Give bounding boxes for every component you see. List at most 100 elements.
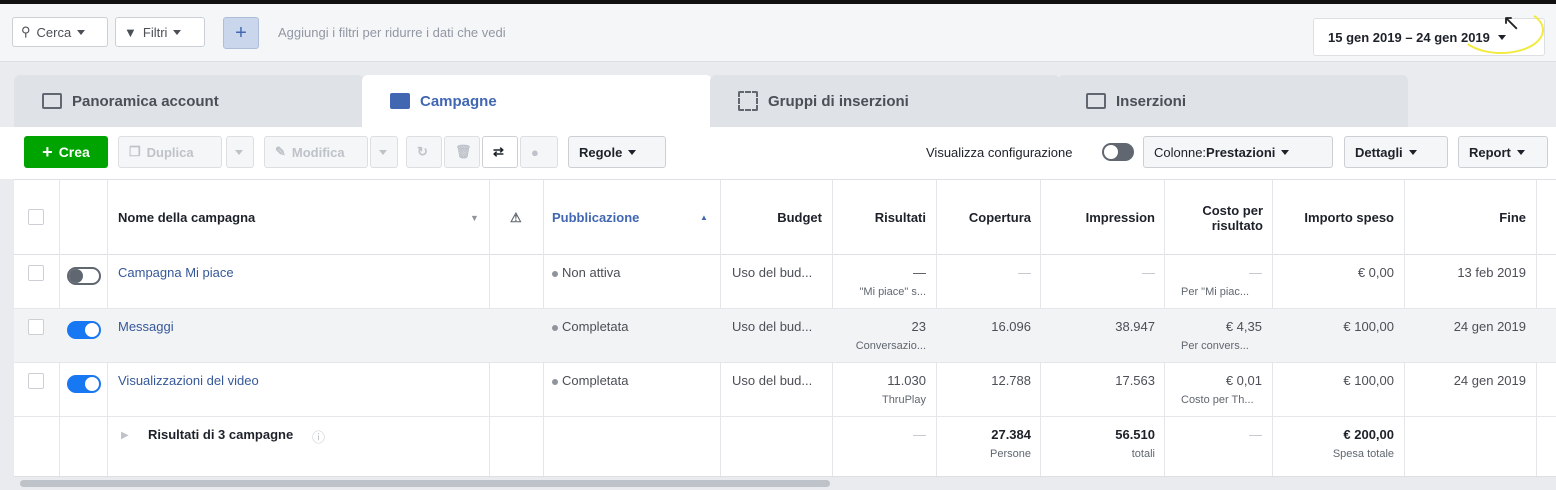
- end-date-value: 13 feb 2019: [1457, 265, 1526, 280]
- header-label: Budget: [777, 210, 822, 225]
- chevron-down-icon: [1408, 149, 1417, 155]
- create-label: Crea: [58, 144, 90, 160]
- columns-value: Prestazioni: [1206, 144, 1276, 160]
- column-header-budget[interactable]: Budget: [720, 180, 822, 255]
- info-icon[interactable]: ⓘ: [312, 427, 325, 446]
- header-label: Importo speso: [1304, 210, 1394, 225]
- column-header-cost-per-result[interactable]: Costo per risultato: [1164, 180, 1263, 255]
- pencil-icon: ✎: [275, 144, 286, 159]
- summary-reach: 27.384: [991, 427, 1031, 442]
- ab-test-button[interactable]: ⇄: [482, 136, 518, 168]
- reach-value: 16.096: [991, 319, 1031, 334]
- row-checkbox[interactable]: [28, 265, 44, 281]
- amount-spent-value: € 100,00: [1343, 373, 1394, 388]
- add-filter-button[interactable]: +: [223, 17, 259, 49]
- results-value: 23: [911, 319, 926, 334]
- header-label: risultato: [1211, 217, 1263, 233]
- chevron-down-icon: [173, 29, 182, 35]
- tab-campaigns[interactable]: Campagne: [362, 75, 712, 127]
- report-button[interactable]: Report: [1458, 136, 1548, 168]
- campaign-toggle[interactable]: [67, 375, 101, 393]
- table-row[interactable]: Visualizzazioni del video Completata Uso…: [14, 363, 1556, 417]
- campaign-name-link[interactable]: Visualizzazioni del video: [118, 373, 259, 388]
- delivery-status: Completata: [552, 373, 628, 388]
- cost-per-result-type: Costo per Th...: [1181, 394, 1254, 406]
- horizontal-scrollbar[interactable]: [20, 480, 830, 487]
- edit-button[interactable]: ✎ Modifica: [264, 136, 368, 168]
- cost-per-result-type: Per convers...: [1181, 340, 1249, 352]
- tab-ad-sets[interactable]: Gruppi di inserzioni: [710, 75, 1060, 127]
- impressions-value: 38.947: [1115, 319, 1155, 334]
- delivery-label: Non attiva: [562, 265, 621, 280]
- grid-icon: [738, 91, 758, 111]
- edit-dropdown[interactable]: [370, 136, 398, 168]
- expand-caret-icon[interactable]: ▶: [121, 430, 129, 441]
- campaign-toggle[interactable]: [67, 321, 101, 339]
- delete-button[interactable]: 🗑: [444, 136, 480, 168]
- filter-bar: ⚲ Cerca ▼ Filtri + Aggiungi i filtri per…: [0, 4, 1556, 62]
- details-label: Dettagli: [1355, 144, 1403, 160]
- select-all-checkbox[interactable]: [28, 209, 44, 225]
- column-header-results[interactable]: Risultati: [832, 180, 926, 255]
- campaigns-table: Nome della campagna ▼ ⚠ Pubblicazione ▲ …: [14, 179, 1556, 478]
- row-checkbox[interactable]: [28, 373, 44, 389]
- row-checkbox[interactable]: [28, 319, 44, 335]
- rules-button[interactable]: Regole: [568, 136, 666, 168]
- columns-button[interactable]: Colonne: Prestazioni: [1143, 136, 1333, 168]
- column-header-amount-spent[interactable]: Importo speso: [1272, 180, 1394, 255]
- campaign-toggle[interactable]: [67, 267, 101, 285]
- campaign-name-link[interactable]: Messaggi: [118, 319, 174, 334]
- table-header: Nome della campagna ▼ ⚠ Pubblicazione ▲ …: [14, 180, 1556, 255]
- rules-label: Regole: [579, 144, 623, 160]
- summary-label: Risultati di 3 campagne: [148, 427, 294, 442]
- results-value: —: [913, 265, 926, 280]
- column-header-end[interactable]: Fine: [1404, 180, 1526, 255]
- column-header-impressions[interactable]: Impression: [1040, 180, 1155, 255]
- toolbar: + Crea ❐ Duplica ✎ Modifica ↻ 🗑 ⇄ ● Rego…: [0, 127, 1556, 179]
- summary-spent-unit: Spesa totale: [1332, 448, 1394, 460]
- campaign-name-link[interactable]: Campagna Mi piace: [118, 265, 234, 280]
- search-button[interactable]: ⚲ Cerca: [12, 17, 108, 47]
- sort-caret-icon[interactable]: ▼: [470, 180, 490, 255]
- create-button[interactable]: + Crea: [24, 136, 108, 168]
- columns-prefix: Colonne:: [1154, 144, 1207, 160]
- column-header-delivery[interactable]: Pubblicazione: [552, 180, 712, 255]
- summary-impressions-unit: totali: [1131, 448, 1155, 460]
- table-row[interactable]: Messaggi Completata Uso del bud... 23 Co…: [14, 309, 1556, 363]
- reach-value: 12.788: [991, 373, 1031, 388]
- dashboard-icon: [42, 93, 62, 109]
- view-config-toggle[interactable]: [1102, 143, 1134, 161]
- tab-label: Gruppi di inserzioni: [768, 92, 909, 110]
- delivery-status: Non attiva: [552, 265, 621, 280]
- amount-spent-value: € 100,00: [1343, 319, 1394, 334]
- tag-button[interactable]: ●: [520, 136, 558, 168]
- edit-label: Modifica: [291, 144, 345, 160]
- budget-value: Uso del bud...: [732, 265, 813, 280]
- chevron-down-icon: [379, 149, 387, 155]
- summary-row: ▶ Risultati di 3 campagne ⓘ — 27.384 Per…: [14, 417, 1556, 477]
- column-header-reach[interactable]: Copertura: [936, 180, 1031, 255]
- header-label: Risultati: [874, 210, 926, 225]
- sort-asc-icon[interactable]: ▲: [700, 180, 712, 255]
- summary-impressions: 56.510: [1115, 427, 1155, 442]
- mouse-cursor-icon: ↖: [1502, 10, 1521, 35]
- status-dot-icon: [552, 324, 558, 331]
- summary-reach-unit: Persone: [990, 448, 1031, 460]
- chevron-down-icon: [235, 149, 243, 155]
- duplicate-dropdown[interactable]: [226, 136, 254, 168]
- budget-value: Uso del bud...: [732, 373, 813, 388]
- tab-ads[interactable]: Inserzioni: [1058, 75, 1408, 127]
- column-header-name[interactable]: Nome della campagna: [118, 180, 488, 255]
- details-button[interactable]: Dettagli: [1344, 136, 1448, 168]
- budget-value: Uso del bud...: [732, 319, 813, 334]
- undo-button[interactable]: ↻: [406, 136, 442, 168]
- tab-account-overview[interactable]: Panoramica account: [14, 75, 364, 127]
- delivery-status: Completata: [552, 319, 628, 334]
- duplicate-button[interactable]: ❐ Duplica: [118, 136, 222, 168]
- cost-per-result-type: Per "Mi piac...: [1181, 286, 1250, 298]
- filters-button[interactable]: ▼ Filtri: [115, 17, 205, 47]
- cost-per-result-value: —: [1249, 265, 1262, 280]
- tab-label: Campagne: [420, 92, 497, 110]
- filter-hint[interactable]: Aggiungi i filtri per ridurre i dati che…: [278, 25, 506, 40]
- table-row[interactable]: Campagna Mi piace Non attiva Uso del bud…: [14, 255, 1556, 309]
